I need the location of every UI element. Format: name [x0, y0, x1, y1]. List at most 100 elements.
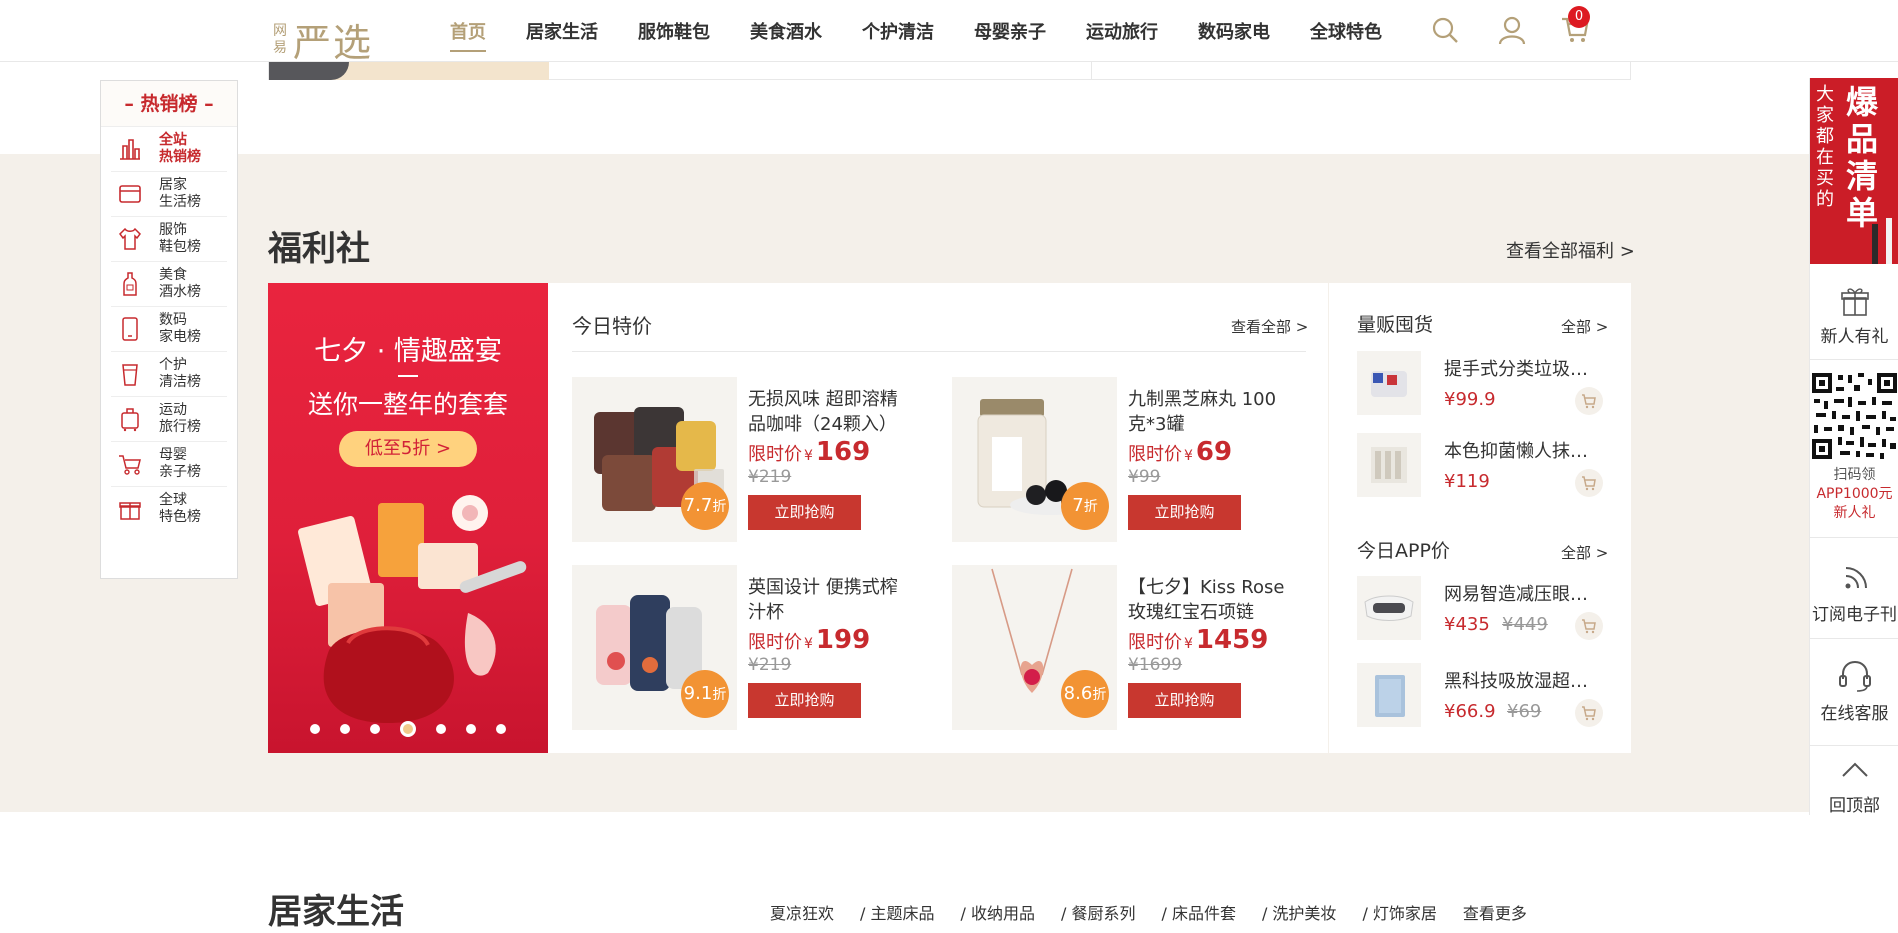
deal-image[interactable]: 7折	[952, 377, 1117, 542]
category-tag[interactable]: / 主题床品	[860, 900, 934, 924]
view-all-welfare-link[interactable]: 查看全部福利 >	[1506, 237, 1635, 263]
side-item-name[interactable]: 网易智造减压眼部...	[1444, 580, 1604, 606]
deal-original-price: ¥219	[748, 655, 792, 675]
carousel-dots	[268, 721, 548, 737]
nav-sports[interactable]: 运动旅行	[1086, 18, 1158, 44]
nav-apparel[interactable]: 服饰鞋包	[638, 18, 710, 44]
logo-char: 网	[273, 22, 287, 39]
ranking-item[interactable]: 全站 热销榜	[111, 127, 227, 172]
carousel-dot[interactable]	[370, 724, 380, 734]
logo[interactable]: 网 易 严选	[273, 12, 373, 67]
back-to-top[interactable]: 回顶部	[1810, 755, 1898, 816]
add-to-cart-icon[interactable]	[1575, 612, 1603, 640]
view-more-link[interactable]: 查看更多	[1463, 900, 1527, 924]
side-item-name[interactable]: 黑科技吸放湿超冷...	[1444, 667, 1604, 693]
chevron-up-icon	[1841, 762, 1868, 777]
buy-now-button[interactable]: 立即抢购	[1128, 683, 1241, 718]
carousel-dot[interactable]	[340, 724, 350, 734]
discount-badge: 8.6折	[1061, 670, 1109, 718]
bulk-view-all-link[interactable]: 全部 >	[1561, 316, 1608, 337]
nav-home-living[interactable]: 居家生活	[526, 18, 598, 44]
back-to-top-label: 回顶部	[1829, 796, 1880, 816]
discount-badge: 7.7折	[681, 482, 729, 530]
subscribe-label: 订阅电子刊	[1812, 605, 1897, 625]
deals-view-all-link[interactable]: 查看全部 >	[1231, 316, 1308, 337]
side-item-name[interactable]: 提手式分类垃圾袋...	[1444, 355, 1604, 381]
nav-home[interactable]: 首页	[450, 18, 486, 52]
ranking-item[interactable]: 美食 酒水榜	[111, 262, 227, 307]
category-tag[interactable]: / 灯饰家居	[1362, 900, 1436, 924]
category-tag[interactable]: / 床品件套	[1161, 900, 1235, 924]
nav-baby[interactable]: 母婴亲子	[974, 18, 1046, 44]
side-item: 黑科技吸放湿超冷... ¥66.9 ¥69	[1357, 663, 1607, 727]
buy-now-button[interactable]: 立即抢购	[748, 495, 861, 530]
category-tag[interactable]: / 餐厨系列	[1061, 900, 1135, 924]
side-item: 提手式分类垃圾袋... ¥99.9	[1357, 351, 1607, 415]
category-tag[interactable]: 夏凉狂欢	[770, 900, 834, 924]
app-view-all-link[interactable]: 全部 >	[1561, 542, 1608, 563]
app-price-title: 今日APP价	[1357, 540, 1450, 562]
buy-now-button[interactable]: 立即抢购	[748, 683, 861, 718]
deals-title: 今日特价	[572, 314, 652, 338]
side-item-image[interactable]	[1357, 576, 1421, 640]
ranking-item[interactable]: 服饰 鞋包榜	[111, 217, 227, 262]
main-nav: 首页 居家生活 服饰鞋包 美食酒水 个护清洁 母婴亲子 运动旅行 数码家电 全球…	[450, 18, 1422, 52]
stroller-icon	[119, 455, 141, 475]
carousel-dot[interactable]	[310, 724, 320, 734]
add-to-cart-icon[interactable]	[1575, 699, 1603, 727]
section-title: 福利社	[268, 229, 370, 269]
new-user-gift[interactable]: 新人有礼	[1810, 284, 1898, 347]
side-item-image[interactable]	[1357, 433, 1421, 497]
deal-image[interactable]: 9.1折	[572, 565, 737, 730]
user-icon[interactable]	[1497, 15, 1527, 45]
deal-name[interactable]: 【七夕】Kiss Rose 玫瑰红宝石项链	[1128, 575, 1288, 625]
side-item-old-price: ¥449	[1502, 614, 1548, 635]
discount-badge: 7折	[1061, 482, 1109, 530]
bulk-title: 量贩囤货	[1357, 314, 1434, 336]
bar-chart-icon	[120, 139, 140, 160]
cart-count-badge: 0	[1568, 6, 1590, 28]
deal-item: 7折 九制黑芝麻丸 100克*3罐 限时价 ¥69 ¥99 立即抢购	[952, 377, 1322, 542]
hot-list-banner[interactable]: 大家都在买的 爆品清单	[1810, 78, 1898, 264]
gift-icon	[1840, 288, 1869, 316]
home-icon	[119, 185, 141, 203]
deal-name[interactable]: 无损风味 超即溶精品咖啡（24颗入）	[748, 387, 908, 437]
ranking-item[interactable]: 运动 旅行榜	[111, 397, 227, 442]
nav-food[interactable]: 美食酒水	[750, 18, 822, 44]
ranking-item[interactable]: 居家 生活榜	[111, 172, 227, 217]
ranking-item[interactable]: 全球 特色榜	[111, 487, 227, 532]
subscribe-magazine[interactable]: 订阅电子刊	[1810, 562, 1898, 625]
side-item-price: ¥435	[1444, 614, 1490, 635]
nav-personal-care[interactable]: 个护清洁	[862, 18, 934, 44]
deal-name[interactable]: 英国设计 便携式榨汁杯	[748, 575, 908, 625]
section-title: 居家生活	[268, 892, 404, 932]
carousel-dot[interactable]	[466, 724, 476, 734]
qr-code-icon	[1810, 371, 1898, 461]
buy-now-button[interactable]: 立即抢购	[1128, 495, 1241, 530]
previous-section-strip	[268, 62, 1631, 80]
carousel-dot[interactable]	[496, 724, 506, 734]
category-tag[interactable]: / 洗护美妆	[1262, 900, 1336, 924]
ranking-item[interactable]: 个护 清洁榜	[111, 352, 227, 397]
deal-original-price: ¥1699	[1128, 655, 1183, 675]
add-to-cart-icon[interactable]	[1575, 469, 1603, 497]
bottle-icon	[123, 272, 137, 296]
add-to-cart-icon[interactable]	[1575, 387, 1603, 415]
banner-button[interactable]: 低至5折 >	[339, 431, 477, 467]
deal-name[interactable]: 九制黑芝麻丸 100克*3罐	[1128, 387, 1288, 437]
deal-image[interactable]: 7.7折	[572, 377, 737, 542]
nav-global[interactable]: 全球特色	[1310, 18, 1382, 44]
side-item-image[interactable]	[1357, 663, 1421, 727]
carousel-dot-active[interactable]	[400, 721, 416, 737]
side-item-image[interactable]	[1357, 351, 1421, 415]
promo-banner[interactable]: 七夕 · 情趣盛宴 送你一整年的套套 低至5折 >	[268, 283, 548, 753]
category-tag[interactable]: / 收纳用品	[961, 900, 1035, 924]
nav-digital[interactable]: 数码家电	[1198, 18, 1270, 44]
ranking-item[interactable]: 母婴 亲子榜	[111, 442, 227, 487]
search-icon[interactable]	[1430, 15, 1460, 45]
carousel-dot[interactable]	[436, 724, 446, 734]
deal-image[interactable]: 8.6折	[952, 565, 1117, 730]
ranking-item[interactable]: 数码 家电榜	[111, 307, 227, 352]
side-item-name[interactable]: 本色抑菌懒人抹布...	[1444, 437, 1604, 463]
online-service[interactable]: 在线客服	[1810, 657, 1898, 724]
